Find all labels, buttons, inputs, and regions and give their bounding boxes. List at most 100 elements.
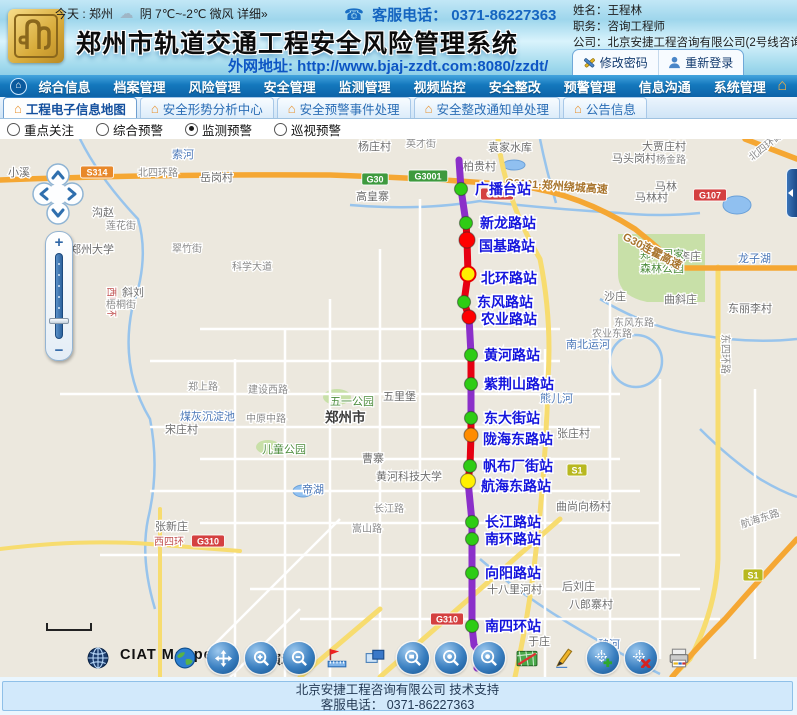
zoom-slider[interactable]: [45, 231, 73, 361]
weather-bar: 今天 : 郑州 ☁ 阴 7℃~-2℃ 微风 详细»: [55, 5, 268, 22]
user-info: 姓名：王程林 职务：咨询工程师 公司：北京安捷工程咨询有限公司(2号线咨询单位): [573, 3, 797, 51]
nav-item-8[interactable]: 信息沟通: [639, 77, 691, 96]
tab-1[interactable]: 安全形势分析中心: [140, 97, 274, 118]
nav-item-1[interactable]: 档案管理: [114, 77, 166, 96]
nav-item-2[interactable]: 风险管理: [189, 77, 241, 96]
measure-area-icon[interactable]: [359, 642, 391, 674]
station-label: 东风路站: [477, 294, 533, 310]
filter-radio-1[interactable]: 综合预警: [96, 120, 163, 139]
main-nav: 综合信息 档案管理 风险管理 安全管理 监测管理 视频监控 安全整改 预警管理 信息沟通 系统管理: [0, 75, 797, 97]
select-rect-icon[interactable]: [397, 642, 429, 674]
station-marker[interactable]: [461, 474, 476, 489]
station-label: 长江路站: [485, 514, 541, 530]
filter-label: 重点关注: [24, 120, 74, 139]
filter-radio-0[interactable]: 重点关注: [7, 120, 74, 139]
print-icon[interactable]: [663, 642, 695, 674]
map-label: 曹寨: [362, 451, 384, 465]
station-marker[interactable]: [466, 620, 479, 633]
nav-item-5[interactable]: 视频监控: [414, 77, 466, 96]
ciat-globe-icon[interactable]: [82, 642, 114, 674]
station-marker[interactable]: [464, 460, 477, 473]
map-label: 斜刘: [122, 286, 144, 299]
house-icon[interactable]: [777, 77, 787, 95]
tab-4[interactable]: 公告信息: [563, 97, 647, 118]
station-marker[interactable]: [465, 412, 478, 425]
panel-collapse-toggle[interactable]: [786, 168, 797, 218]
station-label: 帆布厂街站: [483, 458, 553, 474]
station-marker[interactable]: [466, 533, 479, 546]
select-oval-icon[interactable]: [473, 642, 505, 674]
radio-icon[interactable]: [7, 123, 20, 136]
tab-label: 安全整改通知单处理: [436, 99, 549, 118]
station-label: 航海东路站: [481, 478, 551, 494]
person-icon: [668, 56, 681, 69]
station-marker[interactable]: [461, 267, 476, 282]
nav-item-6[interactable]: 安全整改: [489, 77, 541, 96]
measure-distance-icon[interactable]: [321, 642, 353, 674]
road-badge-label: G310: [197, 537, 219, 547]
nav-item-4[interactable]: 监测管理: [339, 77, 391, 96]
map-label: 西四环: [154, 537, 184, 548]
zoom-slider-track[interactable]: [55, 253, 63, 339]
station-marker[interactable]: [465, 378, 478, 391]
zoom-out-slider-button[interactable]: [46, 343, 72, 358]
map-label: 嵩山路: [352, 522, 382, 535]
map-label: 大贾庄村: [642, 139, 686, 153]
filter-label: 综合预警: [113, 120, 163, 139]
pan-icon[interactable]: [207, 642, 239, 674]
filter-radio-3[interactable]: 巡视预警: [274, 120, 341, 139]
station-label: 南四环站: [485, 618, 541, 634]
nav-item-3[interactable]: 安全管理: [264, 77, 316, 96]
earth-icon[interactable]: [169, 642, 201, 674]
station-marker[interactable]: [460, 217, 473, 230]
station-marker[interactable]: [458, 296, 471, 309]
map-tools-icon[interactable]: [511, 642, 543, 674]
remove-point-icon[interactable]: [625, 642, 657, 674]
zoom-in-slider-button[interactable]: [46, 235, 72, 250]
tab-2[interactable]: 安全预警事件处理: [277, 97, 411, 118]
station-marker[interactable]: [466, 516, 479, 529]
home-icon[interactable]: [10, 78, 27, 95]
map-label: 五里堡: [383, 389, 416, 403]
nav-item-7[interactable]: 预警管理: [564, 77, 616, 96]
map-label: 黄河科技大学: [376, 469, 442, 483]
zoom-out-icon[interactable]: [283, 642, 315, 674]
tab-0[interactable]: 工程电子信息地图: [3, 97, 137, 118]
map-label: 英才街: [406, 139, 436, 150]
compass-pan-control[interactable]: [32, 163, 84, 227]
nav-item-9[interactable]: 系统管理: [714, 77, 766, 96]
map-label: 马头岗村: [612, 151, 656, 165]
map-viewport[interactable]: S314G30G3001G107G107G310G310S1S1小溪索河北四环路…: [0, 139, 797, 677]
station-marker[interactable]: [465, 349, 478, 362]
add-point-icon[interactable]: [587, 642, 619, 674]
draw-icon[interactable]: [549, 642, 581, 674]
user-company: 北京安捷工程咨询有限公司(2号线咨询单位): [608, 37, 797, 49]
zoom-slider-handle[interactable]: [49, 318, 69, 324]
user-name: 王程林: [608, 5, 643, 17]
station-label: 国基路站: [479, 238, 535, 254]
weather-detail-link[interactable]: 详细»: [237, 7, 268, 21]
map-label: 马林: [655, 179, 677, 193]
radio-icon[interactable]: [96, 123, 109, 136]
station-marker[interactable]: [455, 183, 468, 196]
radio-icon[interactable]: [185, 123, 198, 136]
select-circle-icon[interactable]: [435, 642, 467, 674]
radio-icon[interactable]: [274, 123, 287, 136]
station-marker[interactable]: [459, 232, 475, 248]
nav-item-0[interactable]: 综合信息: [39, 77, 91, 96]
map-label: 后刘庄: [562, 579, 595, 593]
filter-radio-2[interactable]: 监测预警: [185, 120, 252, 139]
station-marker[interactable]: [462, 310, 476, 324]
station-label: 向阳路站: [485, 565, 541, 581]
zoom-in-icon[interactable]: [245, 642, 277, 674]
map-label: 煤灰沉淀池: [180, 409, 235, 423]
station-marker[interactable]: [466, 567, 479, 580]
station-label: 新龙路站: [480, 215, 536, 231]
filter-label: 监测预警: [202, 120, 252, 139]
change-password-button[interactable]: 修改密码: [573, 50, 658, 75]
user-role: 咨询工程师: [608, 21, 666, 33]
tab-3[interactable]: 安全整改通知单处理: [414, 97, 560, 118]
relogin-button[interactable]: 重新登录: [658, 50, 744, 75]
station-marker[interactable]: [464, 428, 478, 442]
tab-label: 工程电子信息地图: [26, 99, 126, 118]
